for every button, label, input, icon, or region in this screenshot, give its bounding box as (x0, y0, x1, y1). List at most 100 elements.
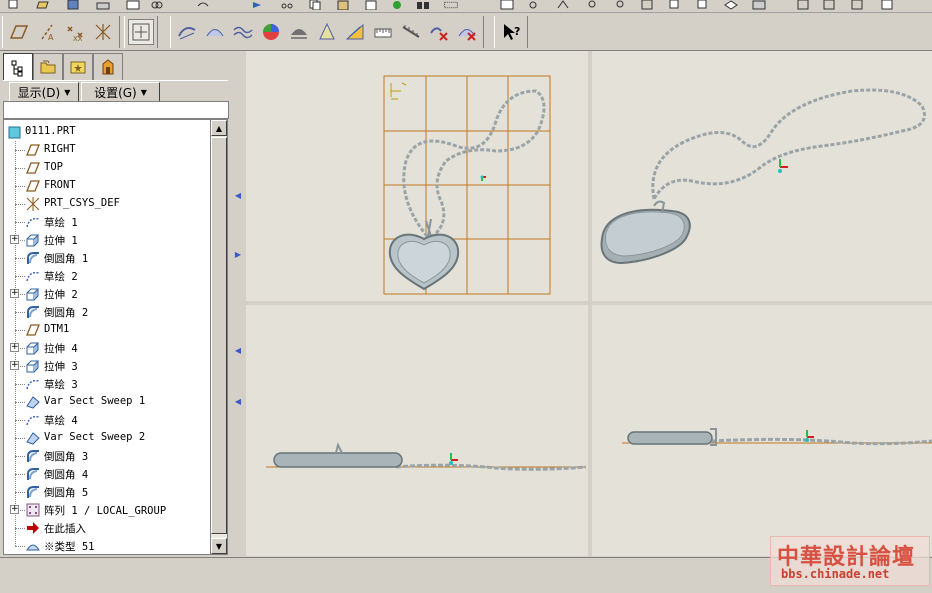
tab-folder-browser[interactable] (33, 53, 63, 80)
tree-item[interactable]: + 拉伸 3 (4, 357, 211, 375)
settings-menu-button[interactable]: 设置(G) ▼ (81, 82, 160, 102)
zoom-out-icon[interactable] (614, 0, 628, 10)
tree-item[interactable]: 草绘 2 (4, 267, 211, 285)
tree-item[interactable]: + 阵列 1 / LOCAL_GROUP (4, 501, 211, 519)
orient-icon[interactable] (556, 0, 570, 10)
dihedral-icon[interactable] (314, 19, 340, 45)
tree-item[interactable]: 草绘 4 (4, 411, 211, 429)
spin-center-icon[interactable] (526, 0, 540, 10)
new-icon[interactable] (6, 0, 20, 10)
open-icon[interactable] (36, 0, 50, 10)
tree-item[interactable]: 草绘 1 (4, 213, 211, 231)
expand-icon[interactable]: + (10, 235, 19, 244)
hidden-line-icon[interactable] (822, 0, 836, 10)
display-style-icon[interactable] (752, 0, 766, 10)
context-help-icon[interactable]: ? (498, 19, 524, 45)
print-icon[interactable] (96, 0, 110, 10)
tree-vertical-scrollbar[interactable]: ▲ ▼ (210, 119, 228, 555)
tab-model-tree[interactable] (3, 53, 33, 81)
tree-item[interactable]: 倒圆角 1 (4, 249, 211, 267)
wireframe-icon[interactable] (796, 0, 810, 10)
tree-item[interactable]: + 拉伸 2 (4, 285, 211, 303)
tree-item[interactable]: 倒圆角 4 (4, 465, 211, 483)
delete-analysis-icon[interactable] (426, 19, 452, 45)
tree-item[interactable]: 倒圆角 3 (4, 447, 211, 465)
paste-special-icon[interactable] (364, 0, 378, 11)
viewport-right[interactable] (592, 305, 932, 556)
no-hidden-icon[interactable] (850, 0, 864, 10)
measure-icon[interactable] (174, 19, 200, 45)
tree-item[interactable]: 草绘 3 (4, 375, 211, 393)
expand-icon[interactable]: + (10, 361, 19, 370)
pattern-icon (25, 502, 41, 518)
tab-connections[interactable] (93, 53, 123, 80)
expand-icon[interactable]: + (10, 505, 19, 514)
tree-item[interactable]: RIGHT (4, 141, 211, 159)
expand-arrow-icon[interactable]: ▶ (232, 251, 244, 259)
shading-icon[interactable] (880, 0, 894, 10)
undo-icon[interactable] (196, 0, 210, 10)
viewport-top[interactable] (246, 305, 588, 556)
expand-icon[interactable]: + (10, 343, 19, 352)
tree-item[interactable]: DTM1 (4, 321, 211, 339)
cut-icon[interactable] (280, 0, 294, 10)
view-manager-icon[interactable] (668, 0, 682, 10)
section-icon[interactable] (230, 19, 256, 45)
repaint-icon[interactable] (500, 0, 514, 10)
collapse-arrow-icon[interactable]: ◀ (232, 398, 244, 406)
spin-center-toggle-icon[interactable] (128, 19, 154, 45)
layers-icon[interactable] (724, 0, 738, 10)
tree-item[interactable]: PRT_CSYS_DEF (4, 195, 211, 213)
show-menu-button[interactable]: 显示(D) ▼ (9, 82, 79, 102)
scroll-thumb[interactable] (211, 137, 227, 534)
tree-item[interactable]: Var Sect Sweep 1 (4, 393, 211, 411)
find-icon[interactable] (416, 0, 430, 10)
delete-all-icon[interactable] (454, 19, 480, 45)
tree-item[interactable]: + 拉伸 1 (4, 231, 211, 249)
collapse-arrow-icon[interactable]: ◀ (232, 192, 244, 200)
navigator-panel: 显示(D) ▼ 设置(G) ▼ 0111.PRT RIGHT TOP FRONT PRT_C… (0, 51, 232, 556)
link-icon[interactable] (150, 0, 164, 10)
deviation-icon[interactable] (398, 19, 424, 45)
paste-icon[interactable] (336, 0, 350, 11)
panel-splitter[interactable]: ◀ ▶ ◀ ◀ (232, 51, 244, 556)
save-icon[interactable] (66, 0, 80, 10)
tab-favorites[interactable] (63, 53, 93, 80)
tree-branch-line (15, 168, 25, 169)
select-box-icon[interactable] (444, 0, 464, 10)
copy-icon[interactable] (308, 0, 322, 11)
tree-item[interactable]: 倒圆角 5 (4, 483, 211, 501)
tree-branch-line (15, 222, 25, 223)
email-icon[interactable] (126, 0, 140, 10)
offset-analysis-icon[interactable] (370, 19, 396, 45)
scroll-up-icon[interactable]: ▲ (211, 120, 227, 136)
refit-icon[interactable] (640, 0, 654, 10)
tree-item[interactable]: TOP (4, 159, 211, 177)
regenerate-icon[interactable] (250, 0, 264, 10)
draft-check-icon[interactable] (286, 19, 312, 45)
collapse-arrow-icon[interactable]: ◀ (232, 347, 244, 355)
datum-plane-display-icon[interactable] (6, 19, 32, 45)
datum-point-display-icon[interactable]: XX (62, 19, 88, 45)
tree-item[interactable]: Var Sect Sweep 2 (4, 429, 211, 447)
csys-display-icon[interactable] (90, 19, 116, 45)
viewport-front[interactable] (246, 51, 588, 301)
viewport-isometric[interactable] (592, 51, 932, 301)
tree-item[interactable]: FRONT (4, 177, 211, 195)
curvature-icon[interactable] (202, 19, 228, 45)
shaded-curvature-icon[interactable] (258, 19, 284, 45)
tree-item[interactable]: 倒圆角 2 (4, 303, 211, 321)
expand-icon[interactable]: + (10, 289, 19, 298)
tree-item[interactable]: 在此插入 (4, 519, 211, 537)
tree-item-label: 在此插入 (44, 523, 86, 535)
green-dot-icon[interactable] (390, 0, 404, 10)
tree-item[interactable]: ※类型 51 (4, 537, 211, 554)
zoom-in-icon[interactable] (586, 0, 600, 10)
slope-icon[interactable] (342, 19, 368, 45)
tree-branch-line (15, 438, 25, 439)
saved-views-icon[interactable] (696, 0, 710, 10)
tree-item[interactable]: + 拉伸 4 (4, 339, 211, 357)
scroll-down-icon[interactable]: ▼ (211, 538, 227, 554)
tree-root-item[interactable]: 0111.PRT (4, 123, 211, 141)
datum-axis-display-icon[interactable]: A (34, 19, 60, 45)
